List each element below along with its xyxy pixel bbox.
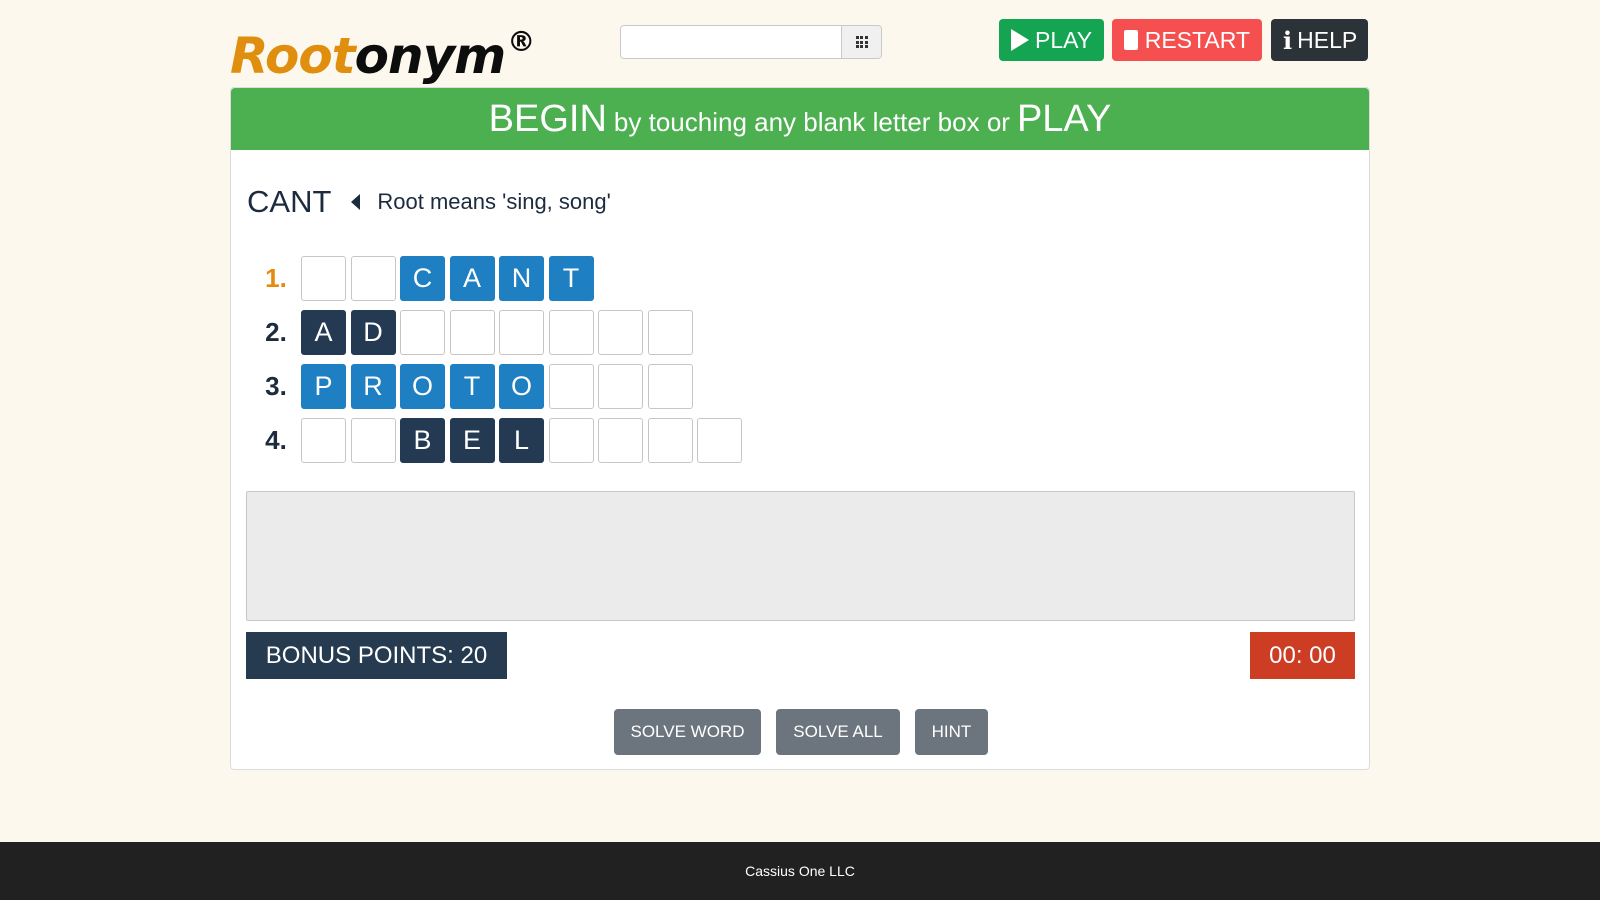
letter-box[interactable] — [449, 309, 495, 355]
letter-box[interactable]: O — [499, 363, 544, 409]
solve-all-button[interactable]: SOLVE ALL — [776, 709, 900, 755]
instruction-banner: BEGIN by touching any blank letter box o… — [231, 88, 1369, 150]
letter-box[interactable]: D — [350, 309, 396, 355]
restart-button[interactable]: RESTART — [1112, 19, 1262, 61]
letter-box[interactable]: O — [400, 363, 445, 409]
letter-box[interactable] — [598, 309, 643, 355]
play-button[interactable]: PLAY — [999, 19, 1104, 61]
letter-box[interactable]: E — [449, 417, 495, 463]
letter-box[interactable]: N — [499, 255, 544, 301]
word-row: 2. A D — [251, 309, 697, 355]
root-meaning: Root means 'sing, song' — [377, 189, 611, 214]
word-number: 1. — [265, 262, 287, 293]
word-number: 2. — [265, 316, 287, 347]
word-row: 3. P R O T O — [251, 363, 697, 409]
hint-button[interactable]: HINT — [915, 709, 988, 755]
footer-text: Cassius One LLC — [745, 863, 855, 879]
letter-box[interactable]: T — [449, 363, 495, 409]
letter-box[interactable] — [548, 363, 594, 409]
banner-begin: BEGIN — [488, 98, 607, 140]
stop-icon — [1124, 30, 1138, 50]
logo: Rootonym® — [230, 10, 535, 88]
letter-box[interactable] — [350, 417, 396, 463]
letter-box[interactable] — [647, 309, 693, 355]
help-label: HELP — [1297, 26, 1358, 53]
timer: 00: 00 — [1250, 632, 1355, 679]
word-number: 4. — [265, 424, 287, 455]
play-icon — [1011, 29, 1029, 51]
search-input[interactable] — [621, 26, 843, 58]
footer: Cassius One LLC — [0, 842, 1600, 900]
logo-onym: onym — [354, 27, 507, 85]
restart-label: RESTART — [1144, 26, 1250, 53]
letter-box[interactable]: A — [449, 255, 495, 301]
header: Rootonym® PLAY RESTART i HELP — [0, 0, 1600, 86]
logo-root: Root — [230, 27, 356, 85]
letter-box[interactable] — [548, 309, 594, 355]
info-icon: i — [1283, 25, 1293, 55]
root-line: CANT Root means 'sing, song' — [247, 184, 611, 220]
letter-box[interactable]: P — [301, 363, 346, 409]
letter-box[interactable]: L — [499, 417, 544, 463]
play-label: PLAY — [1035, 26, 1093, 53]
help-button[interactable]: i HELP — [1271, 19, 1368, 61]
letter-box[interactable] — [548, 417, 594, 463]
letter-box[interactable]: T — [548, 255, 594, 301]
letter-box[interactable] — [301, 255, 346, 301]
letter-box[interactable] — [697, 417, 742, 463]
keypad-button[interactable] — [841, 26, 881, 58]
letter-box[interactable] — [350, 255, 396, 301]
banner-play: PLAY — [1016, 98, 1112, 140]
letter-box[interactable] — [598, 363, 643, 409]
logo-registered: ® — [507, 25, 535, 58]
game-card: BEGIN by touching any blank letter box o… — [230, 87, 1370, 770]
word-number: 3. — [265, 370, 287, 401]
search-box — [620, 25, 882, 59]
letter-box[interactable] — [647, 417, 693, 463]
root-word: CANT — [247, 184, 332, 219]
answer-area — [246, 491, 1355, 621]
letter-box[interactable]: R — [350, 363, 396, 409]
letter-box[interactable] — [301, 417, 346, 463]
word-row: 1. C A N T — [251, 255, 598, 301]
grid-icon — [855, 36, 868, 48]
letter-box[interactable]: A — [301, 309, 346, 355]
letter-box[interactable] — [499, 309, 544, 355]
letter-box[interactable]: B — [400, 417, 445, 463]
letter-box[interactable]: C — [400, 255, 445, 301]
caret-left-icon[interactable] — [351, 194, 361, 210]
banner-instruction: by touching any blank letter box or — [613, 107, 1010, 137]
word-row: 4. B E L — [251, 417, 747, 463]
letter-box[interactable] — [400, 309, 445, 355]
letter-box[interactable] — [647, 363, 693, 409]
letter-box[interactable] — [598, 417, 643, 463]
solve-word-button[interactable]: SOLVE WORD — [614, 709, 761, 755]
bonus-points: BONUS POINTS: 20 — [246, 632, 507, 679]
